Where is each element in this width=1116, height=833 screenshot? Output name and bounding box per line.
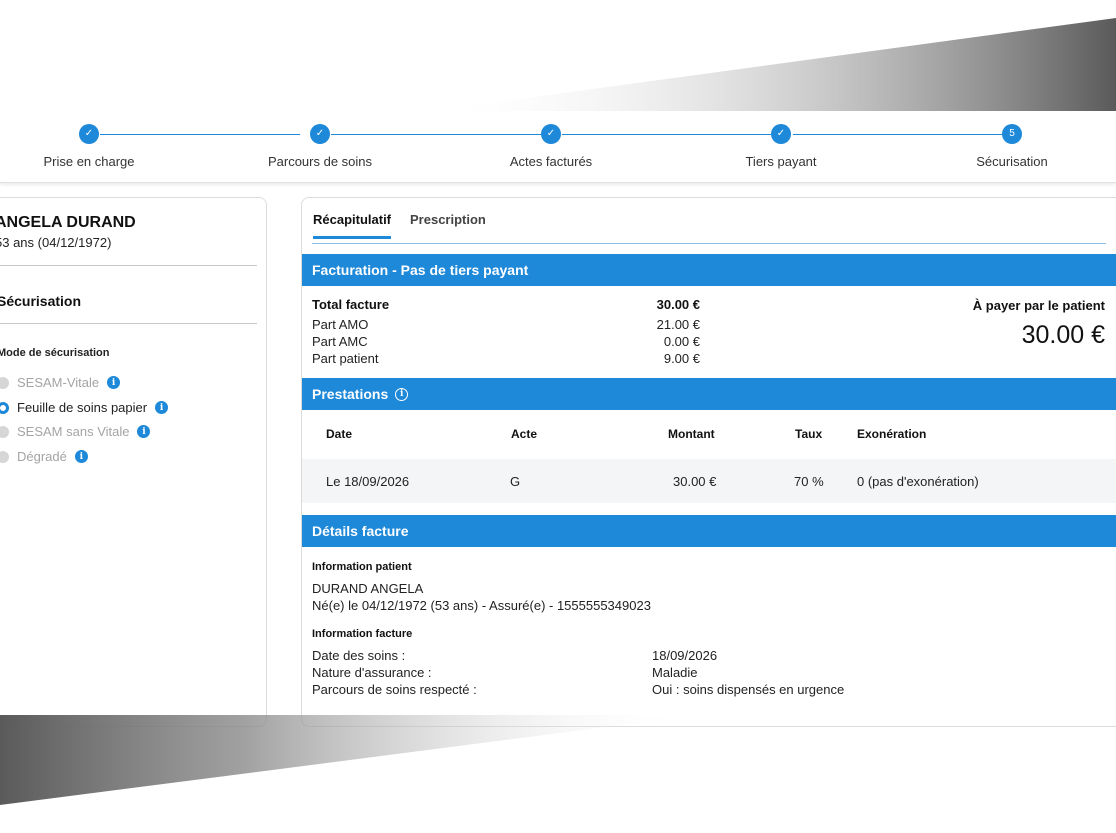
col-header-date: Date bbox=[326, 427, 353, 441]
step-label: Prise en charge bbox=[43, 154, 135, 169]
progress-stepper: ✓ Prise en charge ✓ Parcours de soins ✓ … bbox=[0, 111, 1116, 183]
step-label: Sécurisation bbox=[976, 154, 1048, 169]
tab-bar: Récapitulatif Prescription bbox=[312, 210, 1106, 244]
a-payer-amount: 30.00 € bbox=[1021, 321, 1105, 349]
patient-birthdate: (04/12/1972) bbox=[37, 235, 112, 250]
patient-details-line: Né(e) le 04/12/1972 (53 ans) - Assuré(e)… bbox=[312, 598, 651, 613]
divider bbox=[0, 323, 257, 324]
part-amc-label: Part AMC bbox=[312, 334, 368, 349]
prestations-title: Prestations bbox=[312, 386, 389, 402]
col-header-taux: Taux bbox=[795, 427, 823, 441]
parcours-soins-label: Parcours de soins respecté : bbox=[312, 682, 477, 697]
radio-degrade[interactable]: Dégradé i bbox=[0, 449, 88, 464]
step-parcours-de-soins[interactable]: ✓ Parcours de soins bbox=[240, 124, 400, 169]
radio-sesam-vitale[interactable]: SESAM-Vitale i bbox=[0, 375, 121, 390]
total-facture-value: 30.00 € bbox=[656, 297, 700, 312]
nature-assurance-label: Nature d'assurance : bbox=[312, 665, 432, 680]
step-label: Tiers payant bbox=[745, 154, 817, 169]
step-label: Parcours de soins bbox=[267, 154, 373, 169]
col-header-montant: Montant bbox=[668, 427, 715, 441]
cell-exoneration: 0 (pas d'exonération) bbox=[857, 474, 979, 489]
part-patient-label: Part patient bbox=[312, 351, 379, 366]
radio-label: Feuille de soins papier bbox=[17, 400, 148, 415]
details-facture-title: Détails facture bbox=[312, 523, 409, 539]
total-facture-label: Total facture bbox=[312, 297, 390, 312]
radio-button[interactable] bbox=[0, 450, 9, 463]
radio-button-selected[interactable] bbox=[0, 401, 9, 414]
facturation-title: Facturation - Pas de tiers payant bbox=[312, 262, 529, 278]
tab-prescription[interactable]: Prescription bbox=[410, 212, 486, 236]
cell-taux: 70 % bbox=[794, 474, 824, 489]
radio-label: SESAM sans Vitale bbox=[17, 424, 130, 439]
step-securisation[interactable]: 5 Sécurisation bbox=[932, 124, 1092, 169]
patient-sidebar: ANGELA DURAND 53 ans (04/12/1972) Sécuri… bbox=[0, 197, 267, 727]
cell-acte: G bbox=[510, 474, 521, 489]
date-soins-label: Date des soins : bbox=[312, 648, 406, 663]
info-icon[interactable]: i bbox=[395, 387, 409, 401]
facturation-header: Facturation - Pas de tiers payant bbox=[302, 254, 1116, 286]
check-icon: ✓ bbox=[771, 124, 791, 144]
part-amo-value: 21.00 € bbox=[656, 317, 700, 332]
radio-button[interactable] bbox=[0, 376, 9, 389]
check-icon: ✓ bbox=[541, 124, 561, 144]
col-header-exoneration: Exonération bbox=[857, 427, 927, 441]
patient-age-years: 53 ans bbox=[0, 235, 35, 250]
part-amo-label: Part AMO bbox=[312, 317, 369, 332]
divider bbox=[0, 265, 257, 266]
tab-recapitulatif[interactable]: Récapitulatif bbox=[313, 212, 392, 239]
part-amc-value: 0.00 € bbox=[663, 334, 700, 349]
details-facture-header: Détails facture bbox=[302, 515, 1116, 547]
check-icon: ✓ bbox=[310, 124, 330, 144]
invoice-panel: Récapitulatif Prescription Facturation -… bbox=[301, 197, 1116, 727]
nature-assurance-value: Maladie bbox=[652, 665, 698, 680]
info-icon[interactable]: i bbox=[107, 376, 121, 389]
radio-sesam-sans-vitale[interactable]: SESAM sans Vitale i bbox=[0, 424, 151, 439]
date-soins-value: 18/09/2026 bbox=[652, 648, 718, 663]
info-icon[interactable]: i bbox=[155, 401, 169, 414]
mode-securisation-label: Mode de sécurisation bbox=[0, 347, 110, 359]
col-header-acte: Acte bbox=[511, 427, 538, 441]
bottom-shadow-decoration bbox=[0, 715, 700, 805]
radio-label: SESAM-Vitale bbox=[17, 375, 100, 390]
info-icon[interactable]: i bbox=[74, 450, 88, 463]
information-patient-title: Information patient bbox=[312, 561, 412, 573]
securisation-title: Sécurisation bbox=[0, 293, 82, 309]
step-tiers-payant[interactable]: ✓ Tiers payant bbox=[701, 124, 861, 169]
step-label: Actes facturés bbox=[509, 154, 593, 169]
step-number: 5 bbox=[1002, 124, 1022, 144]
info-icon[interactable]: i bbox=[137, 425, 151, 438]
cell-montant: 30.00 € bbox=[673, 474, 717, 489]
information-facture-title: Information facture bbox=[312, 628, 413, 640]
step-actes-factures[interactable]: ✓ Actes facturés bbox=[471, 124, 631, 169]
patient-name: ANGELA DURAND bbox=[0, 214, 136, 231]
step-prise-en-charge[interactable]: ✓ Prise en charge bbox=[9, 124, 169, 169]
cell-date: Le 18/09/2026 bbox=[326, 474, 410, 489]
a-payer-label: À payer par le patient bbox=[972, 298, 1105, 313]
check-icon: ✓ bbox=[79, 124, 99, 144]
radio-feuille-soins-papier[interactable]: Feuille de soins papier i bbox=[0, 400, 169, 415]
patient-full-name: DURAND ANGELA bbox=[312, 581, 424, 596]
radio-button[interactable] bbox=[0, 425, 9, 438]
part-patient-value: 9.00 € bbox=[663, 351, 700, 366]
prestations-header: Prestations i bbox=[302, 378, 1116, 410]
radio-label: Dégradé bbox=[17, 449, 67, 464]
patient-age: 53 ans (04/12/1972) bbox=[0, 235, 111, 250]
parcours-soins-value: Oui : soins dispensés en urgence bbox=[652, 682, 845, 697]
